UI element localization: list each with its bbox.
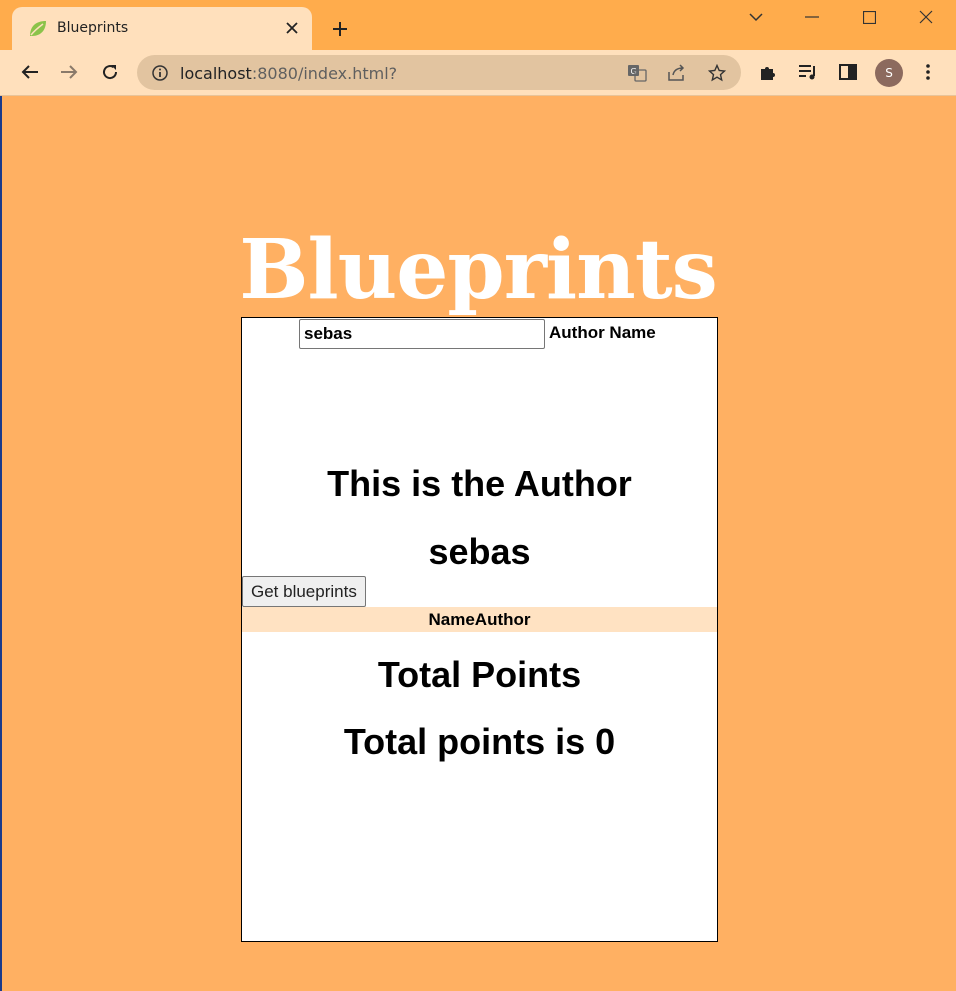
blueprints-table-header: NameAuthor bbox=[242, 607, 717, 632]
translate-icon[interactable]: G bbox=[624, 60, 650, 86]
blueprints-panel: Author Name This is the Author sebas Get… bbox=[241, 317, 718, 942]
puzzle-icon[interactable] bbox=[752, 56, 784, 88]
page-title: Blueprints bbox=[239, 222, 718, 318]
browser-tab[interactable]: Blueprints bbox=[12, 7, 312, 50]
get-blueprints-button[interactable]: Get blueprints bbox=[242, 576, 366, 607]
spring-leaf-icon bbox=[26, 18, 48, 40]
window-close-icon[interactable] bbox=[898, 0, 954, 34]
tab-search-chevron-icon[interactable] bbox=[728, 0, 784, 34]
total-points-value: Total points is 0 bbox=[343, 721, 616, 762]
reading-list-icon[interactable] bbox=[792, 56, 824, 88]
total-points-heading: Total Points bbox=[377, 654, 582, 695]
share-icon[interactable] bbox=[664, 60, 690, 86]
browser-toolbar: localhost:8080/index.html? G S bbox=[0, 50, 956, 96]
close-icon[interactable] bbox=[280, 16, 304, 40]
address-bar[interactable]: localhost:8080/index.html? G bbox=[137, 55, 741, 90]
url-text[interactable]: localhost:8080/index.html? bbox=[180, 64, 397, 83]
side-panel-icon[interactable] bbox=[832, 56, 864, 88]
reload-icon[interactable] bbox=[94, 56, 126, 88]
author-name-label: Author Name bbox=[549, 323, 656, 342]
url-host: localhost bbox=[180, 64, 252, 83]
author-heading: This is the Author bbox=[327, 463, 632, 504]
profile-avatar[interactable]: S bbox=[875, 59, 903, 87]
plus-icon[interactable] bbox=[326, 15, 354, 43]
maximize-icon[interactable] bbox=[841, 0, 897, 34]
info-icon[interactable] bbox=[147, 60, 173, 86]
url-path: :8080/index.html? bbox=[251, 64, 398, 83]
minimize-icon[interactable] bbox=[784, 0, 840, 34]
forward-arrow-icon[interactable] bbox=[53, 56, 85, 88]
back-arrow-icon[interactable] bbox=[14, 56, 46, 88]
tab-title: Blueprints bbox=[57, 20, 129, 36]
kebab-menu-icon[interactable] bbox=[912, 56, 944, 88]
svg-text:G: G bbox=[631, 67, 637, 76]
browser-titlebar: Blueprints bbox=[0, 0, 956, 50]
star-icon[interactable] bbox=[704, 60, 730, 86]
author-name-input[interactable] bbox=[299, 319, 545, 349]
author-name-display: sebas bbox=[428, 531, 531, 572]
